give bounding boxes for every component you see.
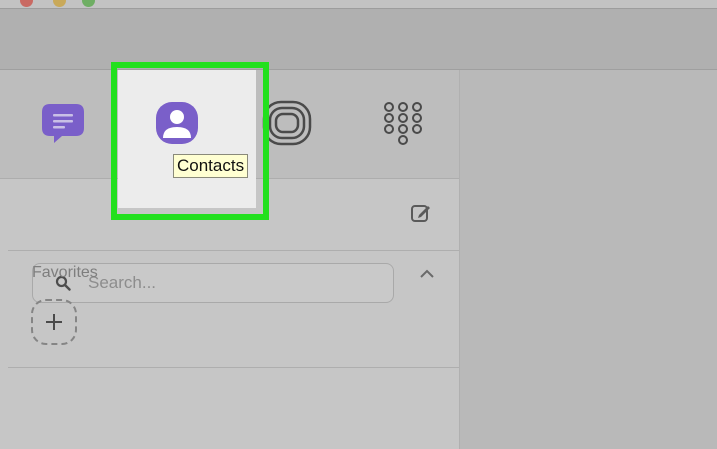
main-content-pane — [460, 70, 717, 449]
favorites-title: Favorites — [32, 264, 98, 281]
nav-keypad-button[interactable] — [378, 98, 428, 148]
window-toolbar — [0, 9, 717, 70]
plus-icon — [46, 314, 62, 330]
divider — [8, 367, 459, 368]
chat-bubble-icon — [42, 104, 84, 143]
stories-rings-icon — [262, 100, 312, 146]
tooltip: Contacts — [173, 154, 249, 178]
chevron-up-icon[interactable] — [419, 268, 435, 280]
nav-stories-button[interactable] — [262, 98, 312, 148]
add-favorite-button[interactable] — [31, 299, 77, 345]
compose-icon[interactable] — [410, 202, 432, 224]
zoom-window-icon[interactable] — [82, 0, 95, 7]
divider — [8, 250, 459, 251]
minimize-window-icon[interactable] — [53, 0, 66, 7]
dialpad-icon — [384, 102, 422, 145]
nav-chats-button[interactable] — [38, 98, 88, 148]
highlight-box — [111, 62, 269, 220]
close-window-icon[interactable] — [20, 0, 33, 7]
window-titlebar — [0, 0, 717, 9]
search-placeholder: Search... — [88, 273, 157, 292]
